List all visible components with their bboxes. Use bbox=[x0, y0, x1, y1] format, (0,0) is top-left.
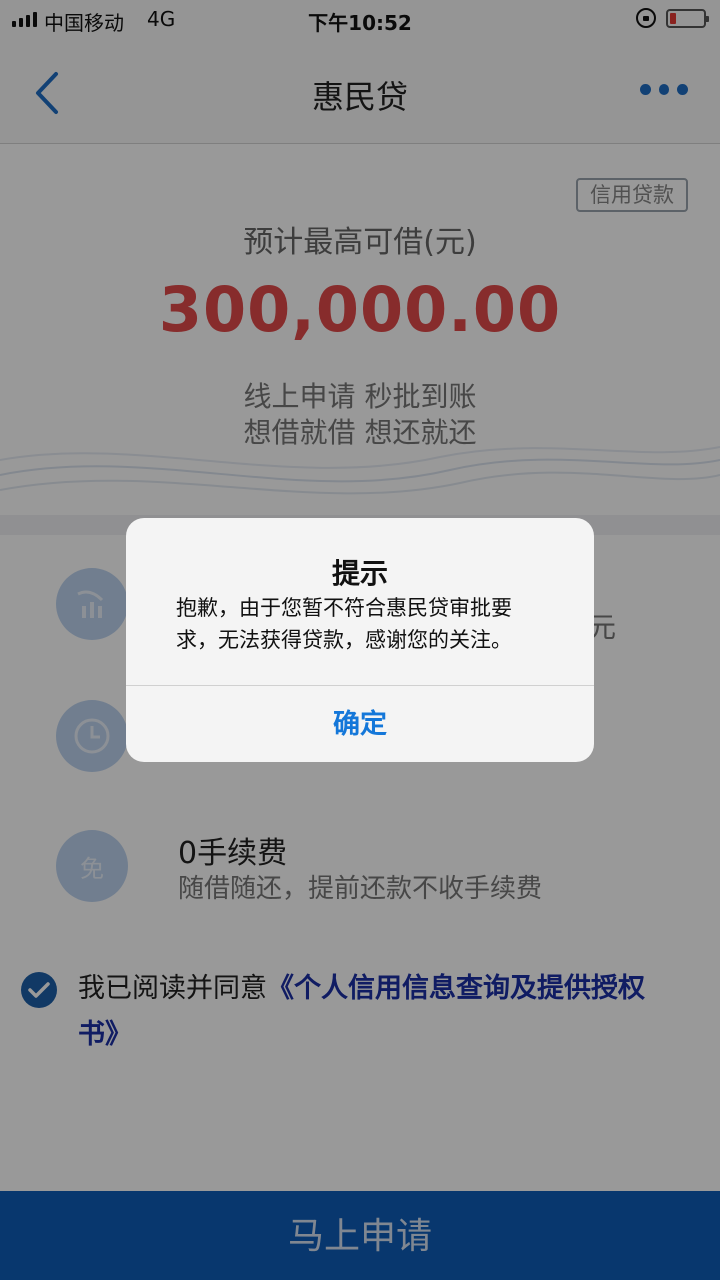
alert-dialog: 提示 抱歉，由于您暂不符合惠民贷审批要求，无法获得贷款，感谢您的关注。 确定 bbox=[126, 518, 594, 762]
dialog-message: 抱歉，由于您暂不符合惠民贷审批要求，无法获得贷款，感谢您的关注。 bbox=[176, 596, 512, 652]
confirm-button[interactable]: 确定 bbox=[126, 686, 594, 762]
dialog-title: 提示 bbox=[331, 557, 388, 590]
